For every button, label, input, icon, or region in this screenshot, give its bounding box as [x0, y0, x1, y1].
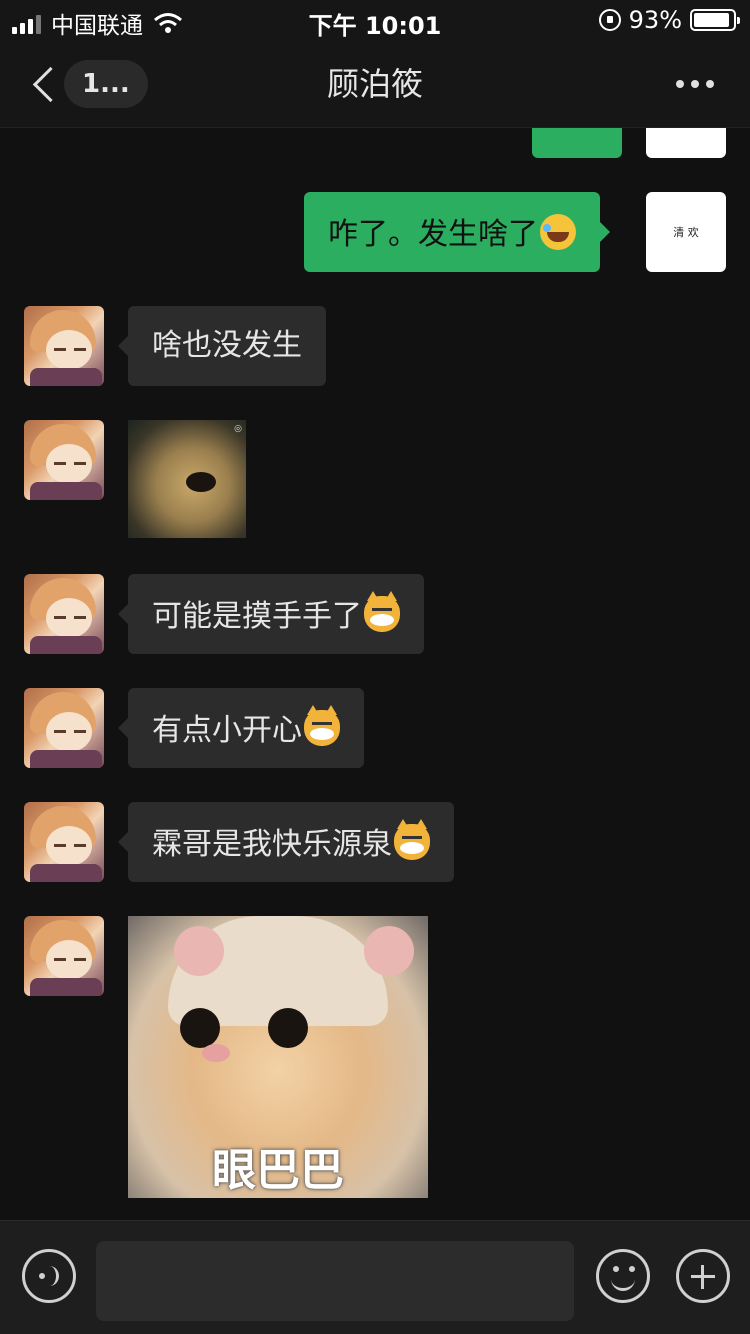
my-avatar[interactable]: 清 欢 [646, 192, 726, 272]
message-input[interactable] [96, 1241, 574, 1321]
input-bar [0, 1220, 750, 1334]
message-bubble-incoming[interactable]: 霖哥是我快乐源泉 [118, 802, 454, 882]
message-bubble-partial[interactable] [532, 128, 622, 158]
dog-face-sticker[interactable]: ◎ [128, 420, 246, 538]
my-avatar-text: 清 欢 [673, 226, 699, 239]
contact-avatar[interactable] [24, 306, 104, 386]
voice-input-icon[interactable] [22, 1249, 76, 1303]
chat-messages[interactable]: 咋了。发生啥了 清 欢 啥也没发生 ◎ 可能是摸手手了 有点小开心 霖哥是我快乐… [0, 128, 750, 1220]
cat-emoji-icon [394, 819, 430, 860]
contact-avatar[interactable] [24, 574, 104, 654]
contact-avatar[interactable] [24, 420, 104, 500]
battery-fill [694, 13, 730, 27]
more-dots-icon[interactable] [676, 80, 714, 88]
my-avatar-partial[interactable] [646, 128, 726, 158]
contact-avatar[interactable] [24, 688, 104, 768]
message-bubble-incoming[interactable]: 有点小开心 [118, 688, 364, 768]
message-text: 咋了。发生啥了 [328, 217, 538, 252]
sticker-caption: 眼巴巴 [212, 1145, 344, 1196]
message-bubble-outgoing[interactable]: 咋了。发生啥了 [304, 192, 610, 272]
message-text: 霖哥是我快乐源泉 [152, 827, 392, 862]
battery-percent: 93% [628, 6, 682, 34]
message-text: 有点小开心 [152, 713, 302, 748]
chat-title: 顾泊筱 [326, 65, 423, 103]
status-right: 93% [598, 6, 740, 34]
emoji-picker-icon[interactable] [596, 1249, 650, 1303]
contact-avatar[interactable] [24, 802, 104, 882]
battery-icon [690, 9, 740, 31]
status-bar: 中国联通 下午 10:01 93% [0, 0, 750, 42]
nav-bar: 1... 顾泊筱 [0, 42, 750, 128]
message-text: 啥也没发生 [152, 328, 302, 363]
laughing-crying-emoji-icon [540, 214, 576, 250]
contact-avatar[interactable] [24, 916, 104, 996]
rotation-lock-icon [598, 9, 621, 31]
cat-emoji-icon [304, 705, 340, 746]
cat-in-hat-sticker[interactable]: 眼巴巴 [128, 916, 428, 1198]
message-bubble-incoming[interactable]: 可能是摸手手了 [118, 574, 424, 654]
message-bubble-incoming[interactable]: 啥也没发生 [118, 306, 326, 386]
more-actions-plus-icon[interactable] [676, 1249, 730, 1303]
cat-emoji-icon [364, 591, 400, 632]
message-text: 可能是摸手手了 [152, 599, 362, 634]
